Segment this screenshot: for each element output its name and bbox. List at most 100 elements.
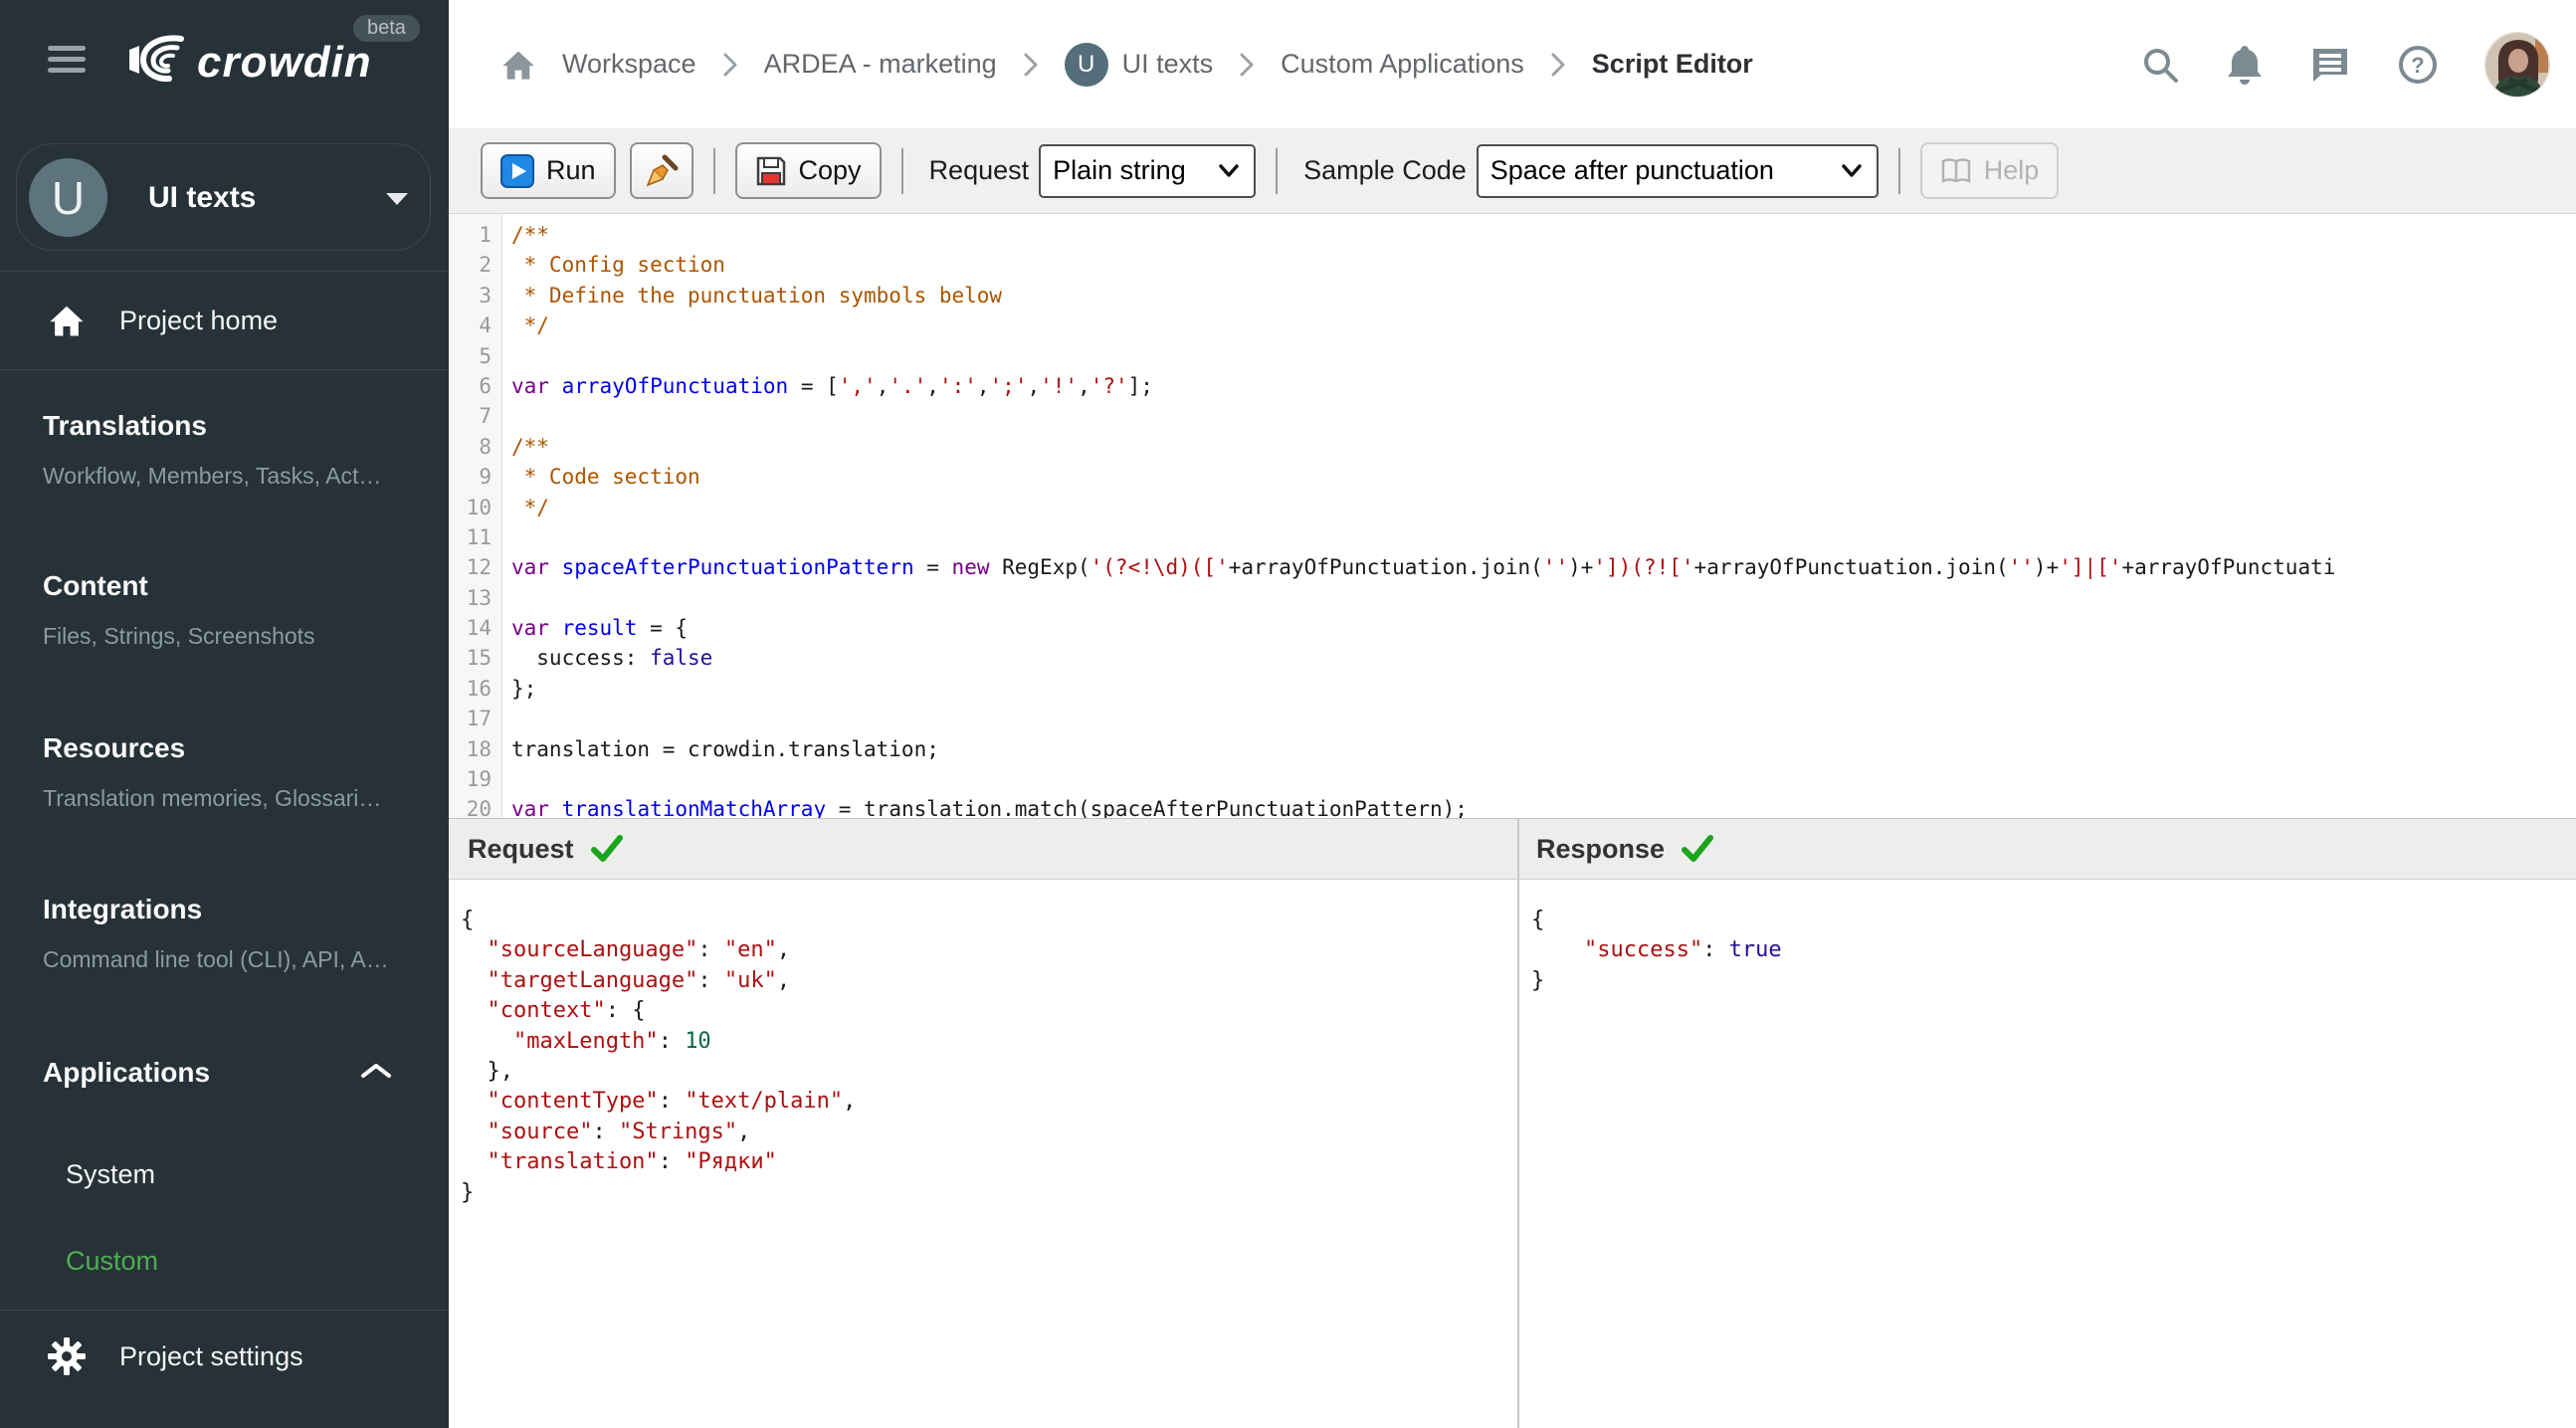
- line-number: 20: [466, 797, 492, 818]
- toolbar-separator: [1276, 147, 1279, 194]
- gear-icon: [48, 1337, 88, 1375]
- project-selector[interactable]: U UI texts: [16, 143, 431, 251]
- home-icon[interactable]: [500, 48, 536, 82]
- line-number: 17: [466, 707, 492, 731]
- chevron-right-icon: [1240, 53, 1254, 76]
- copy-button[interactable]: Copy: [734, 142, 882, 199]
- code-line: * Config section: [511, 253, 725, 278]
- line-number: 3: [479, 283, 492, 307]
- run-button[interactable]: Run: [481, 142, 616, 199]
- format-button[interactable]: [629, 142, 694, 199]
- code-line: {: [461, 908, 475, 932]
- sidebar-item-project-home[interactable]: Project home: [0, 295, 449, 346]
- line-number: 15: [466, 646, 492, 671]
- code-line: * Define the punctuation symbols below: [511, 283, 1003, 307]
- sample-code-label: Sample Code: [1303, 155, 1467, 185]
- crowdin-logo-text: crowdin: [197, 37, 372, 87]
- code-line: "success": true: [1531, 937, 1782, 963]
- line-number: 7: [479, 404, 492, 429]
- editor-toolbar: Run Copy Request Plain string Sample Cod…: [449, 128, 2576, 214]
- sidebar-section-content[interactable]: Content Files, Strings, Screenshots: [43, 570, 421, 650]
- code-line: }: [461, 1179, 475, 1205]
- breadcrumb-project-group[interactable]: ARDEA - marketing: [764, 49, 997, 80]
- response-panel[interactable]: { "success": true}: [1519, 880, 2576, 1428]
- project-avatar: U: [29, 158, 107, 237]
- success-check-icon: [1682, 835, 1714, 862]
- broom-icon: [646, 154, 679, 186]
- line-number: 6: [479, 373, 492, 398]
- breadcrumb-workspace[interactable]: Workspace: [562, 49, 696, 80]
- code-line: var result = {: [511, 616, 689, 641]
- help-button[interactable]: Help: [1919, 142, 2060, 199]
- code-line: */: [511, 495, 549, 519]
- code-line: "maxLength": 10: [461, 1028, 711, 1054]
- section-title: Content: [43, 570, 148, 601]
- sidebar-item-project-settings[interactable]: Project settings: [0, 1330, 449, 1382]
- chat-icon[interactable]: [2309, 45, 2351, 85]
- line-number: 19: [466, 767, 492, 792]
- book-icon: [1941, 157, 1970, 183]
- request-panel[interactable]: { "sourceLanguage": "en", "targetLanguag…: [449, 880, 1517, 1428]
- code-line: /**: [511, 434, 549, 459]
- request-type-label: Request: [928, 155, 1030, 185]
- divider: [0, 271, 449, 272]
- line-number: 4: [479, 313, 492, 338]
- line-number: 18: [466, 736, 492, 761]
- breadcrumb-project-label: UI texts: [1121, 49, 1214, 79]
- response-panel-header: Response: [1517, 819, 1714, 879]
- sidebar-item-label: Project settings: [119, 1340, 303, 1371]
- topbar: Workspace ARDEA - marketing U UI texts C…: [449, 0, 2576, 128]
- line-number: 14: [466, 616, 492, 641]
- code-line: "context": {: [461, 998, 646, 1024]
- code-editor[interactable]: 123456789101112131415161718192021 /** * …: [449, 214, 2576, 818]
- success-check-icon: [590, 835, 623, 862]
- breadcrumb-custom-applications[interactable]: Custom Applications: [1281, 49, 1524, 80]
- chevron-down-icon: [386, 193, 408, 205]
- hamburger-menu-icon[interactable]: [48, 46, 86, 74]
- sidebar-item-custom[interactable]: Custom: [66, 1246, 158, 1277]
- play-icon: [500, 153, 534, 188]
- sidebar-section-translations[interactable]: Translations Workflow, Members, Tasks, A…: [43, 410, 421, 490]
- section-subtitle: Files, Strings, Screenshots: [43, 623, 315, 649]
- breadcrumb-script-editor: Script Editor: [1591, 49, 1753, 79]
- crowdin-script-editor: crowdin beta U UI texts Project home Tra…: [0, 0, 2576, 1428]
- line-number: 8: [479, 434, 492, 459]
- line-number: 12: [466, 555, 492, 580]
- code-line: "sourceLanguage": "en",: [461, 937, 791, 963]
- sidebar-section-integrations[interactable]: Integrations Command line tool (CLI), AP…: [43, 894, 421, 973]
- request-type-select[interactable]: Plain string: [1039, 143, 1257, 198]
- divider: [0, 1310, 449, 1311]
- chevron-down-icon: [1842, 163, 1862, 177]
- sidebar-section-applications[interactable]: Applications: [43, 1057, 421, 1089]
- code-line: "source": "Strings",: [461, 1119, 751, 1144]
- breadcrumb-project[interactable]: U UI texts: [1064, 42, 1214, 87]
- request-panel-header: Request: [449, 819, 1517, 879]
- chevron-right-icon: [1551, 53, 1565, 76]
- crowdin-logo[interactable]: crowdin: [119, 34, 372, 91]
- sample-code-select[interactable]: Space after punctuation: [1476, 143, 1879, 198]
- section-subtitle: Command line tool (CLI), API, A…: [43, 946, 389, 972]
- code-line: },: [461, 1058, 513, 1084]
- code-line: var arrayOfPunctuation = [',','.',':',';…: [511, 373, 1153, 398]
- sidebar-section-resources[interactable]: Resources Translation memories, Glossari…: [43, 732, 421, 812]
- section-subtitle: Workflow, Members, Tasks, Act…: [43, 463, 382, 489]
- section-title: Resources: [43, 732, 186, 763]
- code-line: success: false: [511, 646, 713, 671]
- sidebar-item-system[interactable]: System: [66, 1159, 155, 1190]
- code-line: "translation": "Рядки": [461, 1149, 777, 1175]
- line-number: 9: [479, 465, 492, 490]
- search-icon[interactable]: [2140, 45, 2180, 85]
- sidebar-item-label: Project home: [119, 305, 279, 335]
- bell-icon[interactable]: [2226, 44, 2264, 86]
- code-line: {: [1531, 908, 1545, 932]
- line-number: 13: [466, 585, 492, 610]
- project-name: UI texts: [148, 181, 257, 214]
- main-area: Workspace ARDEA - marketing U UI texts C…: [449, 0, 2576, 1428]
- user-avatar[interactable]: [2484, 31, 2550, 98]
- code-line: "contentType": "text/plain",: [461, 1089, 857, 1115]
- code-line: */: [511, 313, 549, 338]
- line-number: 2: [479, 253, 492, 278]
- help-icon[interactable]: ?: [2397, 44, 2439, 86]
